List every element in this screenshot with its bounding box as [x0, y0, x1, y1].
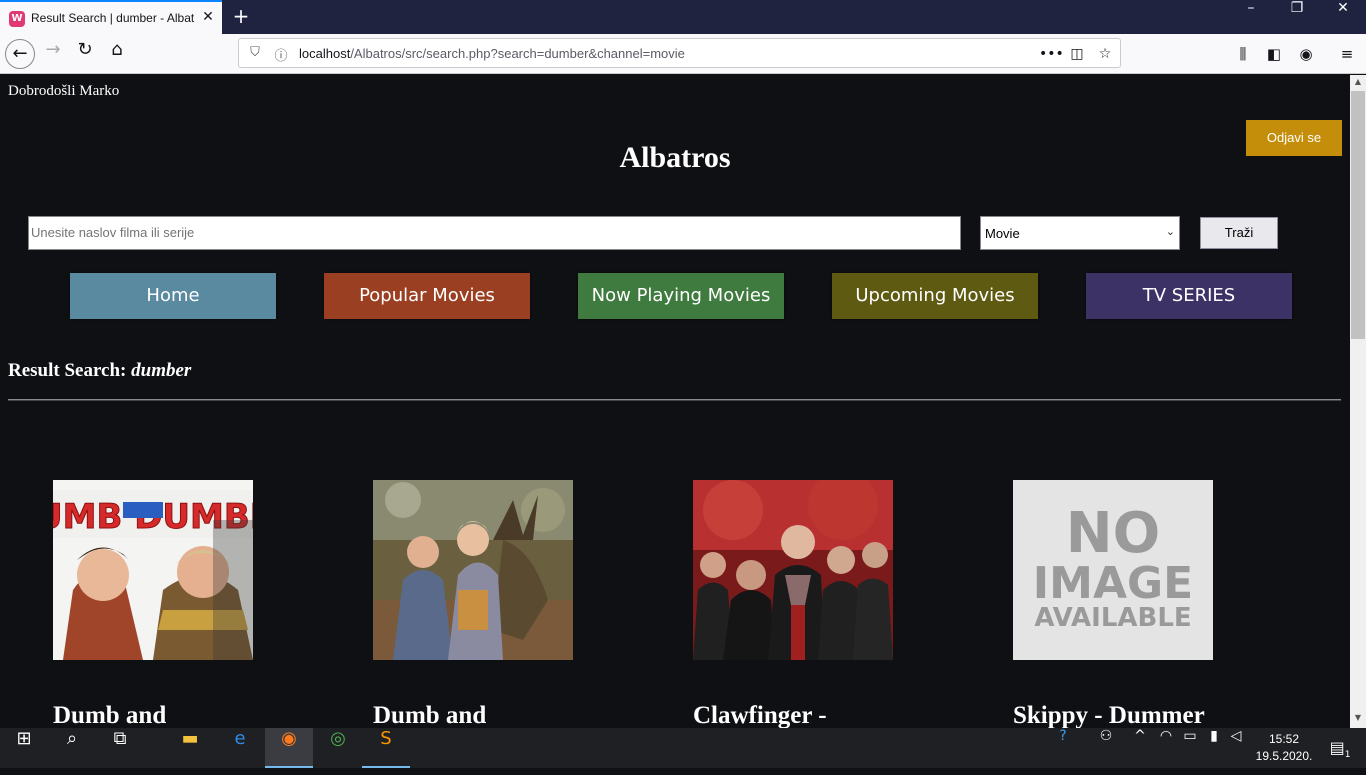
network-icon[interactable]: ▭: [1180, 728, 1200, 768]
result-heading: Result Search: dumber: [8, 360, 191, 382]
back-button[interactable]: ←: [5, 39, 35, 69]
nav-home-button[interactable]: Home: [70, 273, 276, 319]
welcome-text: Dobrodošli Marko: [8, 83, 120, 99]
page-actions-icon[interactable]: •••: [1039, 44, 1064, 64]
restore-window-button[interactable]: ❐: [1274, 0, 1320, 32]
result-title[interactable]: Dumb and: [373, 702, 653, 728]
band-photo-image[interactable]: [693, 480, 893, 660]
poster-text-no: NO: [1066, 501, 1160, 566]
clock-date: 19.5.2020.: [1255, 749, 1313, 763]
edge-browser-icon[interactable]: e: [216, 728, 264, 768]
help-icon[interactable]: ?: [1050, 728, 1076, 768]
tab-title: Result Search | dumber - Albatros: [31, 11, 195, 25]
result-title[interactable]: Dumb and: [53, 702, 333, 728]
nav-upcoming-movies-button[interactable]: Upcoming Movies: [832, 273, 1038, 319]
account-icon[interactable]: ◉: [1296, 44, 1316, 64]
scroll-down-icon[interactable]: ▼: [1350, 711, 1366, 725]
site-title: Albatros: [619, 141, 731, 174]
result-title[interactable]: Skippy - Dummer: [1013, 702, 1293, 728]
pocket-icon[interactable]: ◫: [1067, 44, 1087, 64]
browser-tab-active[interactable]: W Result Search | dumber - Albatros ✕: [0, 0, 222, 34]
nav-tv-series-button[interactable]: TV SERIES: [1086, 273, 1292, 319]
search-icon[interactable]: ⌕: [48, 728, 96, 768]
notification-count: 1: [1344, 750, 1351, 761]
reload-button[interactable]: ↻: [70, 39, 100, 69]
scroll-up-icon[interactable]: ▲: [1350, 75, 1366, 89]
windows-start-icon[interactable]: ⊞: [0, 728, 48, 768]
notifications-icon[interactable]: ▤1: [1320, 728, 1360, 768]
browser-toolbar: ← → ↻ ⌂ ⛉ ⓘ localhost/Albatros/src/searc…: [0, 34, 1366, 74]
search-button[interactable]: Traži: [1200, 217, 1278, 249]
tracking-shield-icon[interactable]: ⛉: [247, 45, 263, 61]
volume-icon[interactable]: ◁: [1226, 728, 1246, 768]
result-query: dumber: [131, 360, 192, 381]
system-clock[interactable]: 15:52 19.5.2020.: [1252, 731, 1316, 765]
url-path: /Albatros/src/search.php?search=dumber&c…: [350, 46, 685, 61]
page-scrollbar[interactable]: ▲ ▼: [1350, 75, 1366, 728]
taskbar: ⊞ ⌕ ⧉ ▬ e ◉ ◎ S ? ⚇ ^ ◠ ▭ ▮ ◁ 15:52 19.5…: [0, 728, 1366, 768]
file-explorer-icon[interactable]: ▬: [166, 728, 214, 768]
browser-tab-bar: W Result Search | dumber - Albatros ✕ + …: [0, 0, 1366, 34]
battery-icon[interactable]: ▮: [1204, 728, 1224, 768]
movie-poster-image[interactable]: [373, 480, 573, 660]
movie-poster-image[interactable]: DUMB DUMBER: [53, 480, 253, 660]
site-favicon-icon: W: [9, 11, 25, 27]
url-text[interactable]: localhost/Albatros/src/search.php?search…: [299, 46, 685, 61]
clock-time: 15:52: [1268, 732, 1300, 746]
search-placeholder: Unesite naslov filma ili serije: [31, 225, 195, 240]
channel-select[interactable]: Movie ⌄: [980, 216, 1180, 250]
site-info-icon[interactable]: ⓘ: [273, 45, 289, 64]
library-icon[interactable]: ⫼: [1233, 44, 1253, 64]
nav-popular-movies-button[interactable]: Popular Movies: [324, 273, 530, 319]
forward-button[interactable]: →: [38, 39, 68, 69]
no-image-placeholder[interactable]: NO IMAGE AVAILABLE: [1013, 480, 1213, 660]
close-window-button[interactable]: ✕: [1320, 0, 1366, 32]
minimize-window-button[interactable]: –: [1228, 0, 1274, 32]
home-button[interactable]: ⌂: [102, 39, 132, 69]
menu-hamburger-icon[interactable]: ≡: [1337, 44, 1357, 64]
tray-expand-icon[interactable]: ^: [1130, 728, 1150, 768]
page-content: Dobrodošli Marko Odjavi se Albatros Unes…: [0, 75, 1350, 728]
new-tab-button[interactable]: +: [230, 4, 252, 28]
chevron-down-icon: ⌄: [1165, 225, 1175, 238]
wifi-icon[interactable]: ◠: [1156, 728, 1176, 768]
channel-selected-value: Movie: [985, 226, 1020, 241]
poster-text-image: IMAGE: [1033, 558, 1193, 609]
sidebar-icon[interactable]: ◧: [1264, 44, 1284, 64]
url-host: localhost: [299, 46, 351, 61]
close-tab-icon[interactable]: ✕: [200, 9, 216, 25]
result-label: Result Search:: [8, 360, 127, 381]
poster-text-available: AVAILABLE: [1034, 603, 1191, 633]
search-input[interactable]: Unesite naslov filma ili serije: [28, 216, 961, 250]
address-bar[interactable]: ⛉ ⓘ localhost/Albatros/src/search.php?se…: [238, 38, 1121, 68]
divider: [8, 399, 1341, 401]
firefox-icon[interactable]: ◉: [265, 728, 313, 768]
sublime-text-icon[interactable]: S: [362, 728, 410, 768]
people-icon[interactable]: ⚇: [1094, 728, 1118, 768]
chrome-icon[interactable]: ◎: [314, 728, 362, 768]
bookmark-star-icon[interactable]: ☆: [1095, 44, 1115, 64]
result-title[interactable]: Clawfinger -: [693, 702, 973, 728]
task-view-icon[interactable]: ⧉: [96, 728, 144, 768]
scrollbar-thumb[interactable]: [1351, 91, 1365, 339]
nav-now-playing-movies-button[interactable]: Now Playing Movies: [578, 273, 784, 319]
